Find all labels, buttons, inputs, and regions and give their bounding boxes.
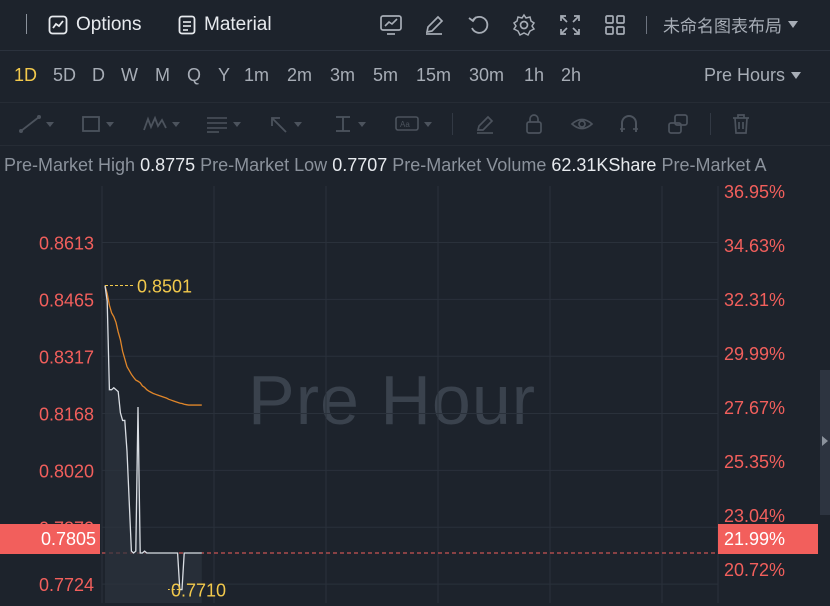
y-left-tick-label: 0.8168 xyxy=(39,405,94,425)
y-right-tick-label: 23.04% xyxy=(724,506,785,526)
y-right-tick-label: 27.67% xyxy=(724,398,785,418)
y-left-tick-label: 0.8020 xyxy=(39,461,94,481)
current-change-tag: 21.99% xyxy=(718,524,818,554)
y-right-tick-label: 36.95% xyxy=(724,182,785,202)
y-right-tick-label: 25.35% xyxy=(724,452,785,472)
y-left-tick-label: 0.8465 xyxy=(39,290,94,310)
side-panel-toggle[interactable] xyxy=(820,370,830,515)
average-price-line xyxy=(104,285,202,406)
chevron-right-icon xyxy=(822,436,828,446)
y-right-tick-label: 34.63% xyxy=(724,236,785,256)
price-area xyxy=(105,285,202,603)
y-left-tick-label: 0.7724 xyxy=(39,575,94,595)
price-chart[interactable]: 0.86130.84650.83170.81680.80200.78720.77… xyxy=(0,0,830,606)
y-right-tick-label: 29.99% xyxy=(724,344,785,364)
y-right-tick-label: 20.72% xyxy=(724,560,785,580)
y-left-tick-label: 0.8613 xyxy=(39,233,94,253)
y-left-tick-label: 0.8317 xyxy=(39,347,94,367)
min-price-label: 0.7710 xyxy=(171,581,226,601)
current-price-tag: 0.7805 xyxy=(0,524,100,554)
max-price-label: 0.8501 xyxy=(137,277,192,297)
y-right-tick-label: 32.31% xyxy=(724,290,785,310)
